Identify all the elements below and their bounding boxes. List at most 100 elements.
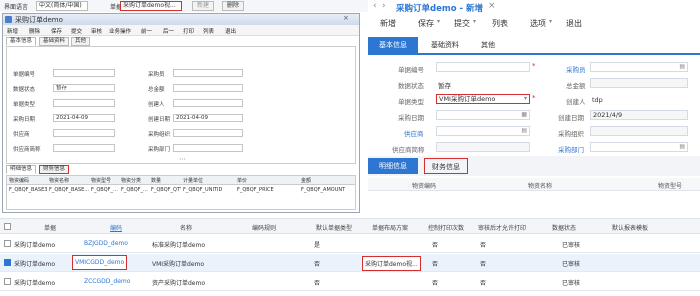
list-col: 数据状态 bbox=[552, 225, 577, 232]
new-supplier-label[interactable]: 供应商 bbox=[404, 128, 424, 138]
old-tab-detail[interactable]: 明细信息 bbox=[6, 165, 37, 174]
row-status: 已审核 bbox=[562, 280, 581, 287]
new-date-input[interactable]: ▦ bbox=[436, 110, 530, 120]
row-code-link[interactable]: BZJGDD_demo bbox=[84, 240, 128, 247]
back-icon[interactable]: ‹ bbox=[373, 1, 377, 11]
new-suppliername-input[interactable] bbox=[436, 142, 530, 152]
lang-label: 界面语言 bbox=[4, 4, 29, 11]
old-grid-col: 数量 bbox=[151, 178, 162, 184]
new-tool-exit[interactable]: 退出 bbox=[566, 18, 582, 29]
new-tab-finance[interactable]: 财务信息 bbox=[424, 158, 468, 174]
new-createdate-input[interactable]: 2021/4/9 bbox=[590, 110, 688, 120]
old-buyer-input[interactable] bbox=[173, 69, 243, 77]
chevron-down-icon[interactable]: ▾ bbox=[549, 18, 552, 25]
app-icon bbox=[5, 16, 12, 23]
forward-icon[interactable]: › bbox=[382, 1, 386, 11]
old-dept-input[interactable] bbox=[173, 144, 243, 152]
old-tool-business[interactable]: 业务操作 bbox=[109, 27, 131, 35]
new-supplier-input[interactable]: ▤ bbox=[436, 126, 530, 136]
list-col: 单据布局方案 bbox=[372, 225, 409, 232]
chevron-down-icon[interactable]: ▾ bbox=[437, 18, 440, 25]
old-buyer-label: 采购员 bbox=[148, 72, 165, 78]
old-suppliername-label: 供应商简称 bbox=[13, 147, 41, 153]
close-icon[interactable]: × bbox=[488, 1, 496, 11]
old-tool-audit[interactable]: 审核 bbox=[91, 27, 102, 35]
table-row-selected[interactable]: 采购订单demo VMICGDD_demo VMI采购订单demo 否 采购订单… bbox=[0, 254, 700, 272]
old-amount-input[interactable] bbox=[173, 84, 243, 92]
old-tool-submit[interactable]: 提交 bbox=[71, 27, 82, 35]
row-layout[interactable]: 采购订单demo视... bbox=[362, 256, 421, 271]
lang-select[interactable]: 中文(简体/中国) bbox=[36, 1, 88, 11]
old-suppliername-input[interactable] bbox=[53, 144, 115, 152]
new-tab-basic[interactable]: 基本信息 bbox=[368, 37, 418, 53]
old-detail-grid: 物资编码 物资名称 物资型号 物资分类 数量 计量单位 单价 金额 F_QBQF… bbox=[6, 175, 356, 210]
new-tab-other[interactable]: 其他 bbox=[472, 37, 504, 53]
row-code-link[interactable]: ZCCGDD_demo bbox=[84, 278, 130, 285]
new-org-input[interactable] bbox=[590, 126, 688, 136]
list-col: 单据 bbox=[44, 225, 57, 232]
old-tool-next[interactable]: 后一 bbox=[163, 27, 174, 35]
old-tab-finance[interactable]: 财务信息 bbox=[39, 165, 70, 174]
new-buyer-label[interactable]: 采购员 bbox=[566, 64, 586, 74]
old-status-select[interactable]: 暂存 bbox=[53, 84, 115, 92]
old-tool-save[interactable]: 保存 bbox=[51, 27, 62, 35]
new-tool-save[interactable]: 保存 bbox=[418, 18, 434, 29]
row-checkbox-checked[interactable] bbox=[4, 259, 11, 266]
new-tab-detail[interactable]: 明细信息 bbox=[368, 158, 418, 174]
row-checkbox[interactable] bbox=[4, 240, 11, 247]
new-billtype-select[interactable]: VMI采购订单demo ▾ bbox=[436, 94, 530, 104]
list-col: 默认报表模板 bbox=[612, 225, 649, 232]
old-billno-input[interactable] bbox=[53, 69, 115, 77]
old-grid-header: 物资编码 物资名称 物资型号 物资分类 数量 计量单位 单价 金额 bbox=[7, 176, 355, 185]
new-button[interactable]: 新建 bbox=[192, 1, 214, 11]
row-bill: 采购订单demo bbox=[14, 261, 56, 268]
old-date-input[interactable]: 2021-04-09 bbox=[53, 114, 115, 122]
old-createdate-input[interactable]: 2021-04-09 bbox=[173, 114, 243, 122]
chevron-down-icon[interactable]: ▾ bbox=[473, 18, 476, 25]
old-tool-prev[interactable]: 前一 bbox=[141, 27, 152, 35]
close-icon[interactable]: × bbox=[343, 14, 349, 22]
old-tool-delete[interactable]: 删除 bbox=[29, 27, 40, 35]
old-grid-col: 计量单位 bbox=[183, 178, 204, 184]
table-row[interactable]: 采购订单demo ZCCGDD_demo 资产采购订单demo 否 否 否 已审… bbox=[0, 273, 700, 291]
old-tab-other[interactable]: 其他 bbox=[71, 37, 91, 46]
splitter-dots[interactable]: ⋯ bbox=[179, 155, 186, 163]
old-tool-exit[interactable]: 退出 bbox=[225, 27, 236, 35]
new-tab-basedata[interactable]: 基础资料 bbox=[420, 37, 470, 53]
new-tool-new[interactable]: 新增 bbox=[380, 18, 396, 29]
old-org-label: 采购组织 bbox=[148, 132, 171, 138]
new-buyer-input[interactable]: ▤ bbox=[590, 62, 688, 72]
new-amount-input[interactable] bbox=[590, 78, 688, 88]
new-billno-input[interactable] bbox=[436, 62, 530, 72]
old-tab-basic[interactable]: 基本信息 bbox=[6, 37, 37, 46]
old-tool-new[interactable]: 新增 bbox=[7, 27, 18, 35]
old-creator-input[interactable] bbox=[173, 99, 243, 107]
old-creator-label: 创建人 bbox=[148, 102, 165, 108]
new-date-label: 采购日期 bbox=[398, 114, 424, 122]
new-dept-label[interactable]: 采购部门 bbox=[558, 144, 584, 154]
select-all-checkbox[interactable] bbox=[4, 223, 11, 230]
old-dept-label: 采购部门 bbox=[148, 147, 171, 153]
old-tool-print[interactable]: 打印 bbox=[183, 27, 194, 35]
new-detail-grid-header: 物资编码 物资名称 物资型号 bbox=[368, 178, 700, 191]
template-select[interactable]: 采购订单demo视... bbox=[120, 1, 182, 11]
new-creator-label: 创建人 bbox=[566, 98, 586, 106]
row-checkbox[interactable] bbox=[4, 278, 11, 285]
new-tool-options[interactable]: 选项 bbox=[530, 18, 546, 29]
new-dept-input[interactable]: ▤ bbox=[590, 142, 688, 152]
table-row[interactable]: 采购订单demo BZJGDD_demo 标准采购订单demo 是 否 否 已审… bbox=[0, 235, 700, 253]
row-ctrl-print: 否 bbox=[432, 280, 439, 287]
row-code-link[interactable]: VMICGDD_demo bbox=[72, 255, 128, 270]
row-default-type: 是 bbox=[314, 242, 321, 249]
list-col-sorted[interactable]: 编码 bbox=[110, 223, 122, 232]
delete-button[interactable]: 删除 bbox=[222, 1, 244, 11]
old-supplier-input[interactable] bbox=[53, 129, 115, 137]
old-tool-list[interactable]: 列表 bbox=[203, 27, 214, 35]
old-tab-basedata[interactable]: 基础资料 bbox=[39, 37, 70, 46]
new-tool-submit[interactable]: 提交 bbox=[454, 18, 470, 29]
old-grid-row[interactable]: F_QBQF_BASE3 F_QBQF_BASE... F_QBQF_... F… bbox=[7, 186, 355, 195]
old-billtype-select[interactable] bbox=[53, 99, 115, 107]
old-org-input[interactable] bbox=[173, 129, 243, 137]
old-billno-label: 单据编号 bbox=[13, 72, 36, 78]
new-tool-list[interactable]: 列表 bbox=[492, 18, 508, 29]
